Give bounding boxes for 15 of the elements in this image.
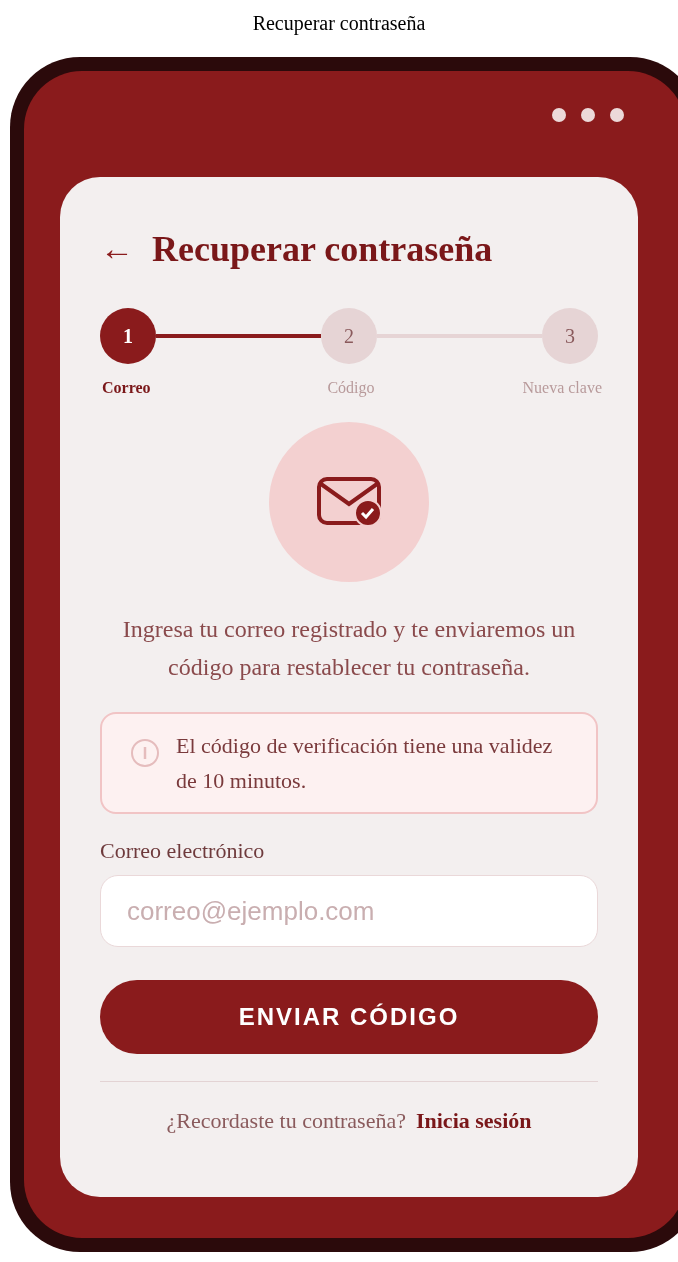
login-link[interactable]: Inicia sesión xyxy=(415,1104,532,1137)
screen-title: Recuperar contraseña xyxy=(152,228,493,271)
step-label: Nueva clave xyxy=(521,378,602,398)
instructions-text: Ingresa tu correo registrado y te enviaremos un código para restablecer tu contraseña. xyxy=(121,615,577,682)
page-title: Recuperar contraseña xyxy=(251,11,427,37)
notice-text: El código de verificación tiene una validez de 10 minutos. xyxy=(176,732,554,795)
field-label: Correo electrónico xyxy=(100,837,266,865)
step-label: Código xyxy=(326,378,376,398)
info-icon xyxy=(130,738,160,768)
email-input[interactable]: correo@ejemplo.com xyxy=(100,875,598,947)
envelope-check-icon xyxy=(316,476,382,528)
footer-text: ¿Recordaste tu contraseña? xyxy=(166,1107,406,1135)
back-button[interactable]: ← xyxy=(100,232,134,266)
step-label: Correo xyxy=(101,378,152,398)
send-code-button[interactable]: ENVIAR CÓDIGO xyxy=(100,980,598,1054)
